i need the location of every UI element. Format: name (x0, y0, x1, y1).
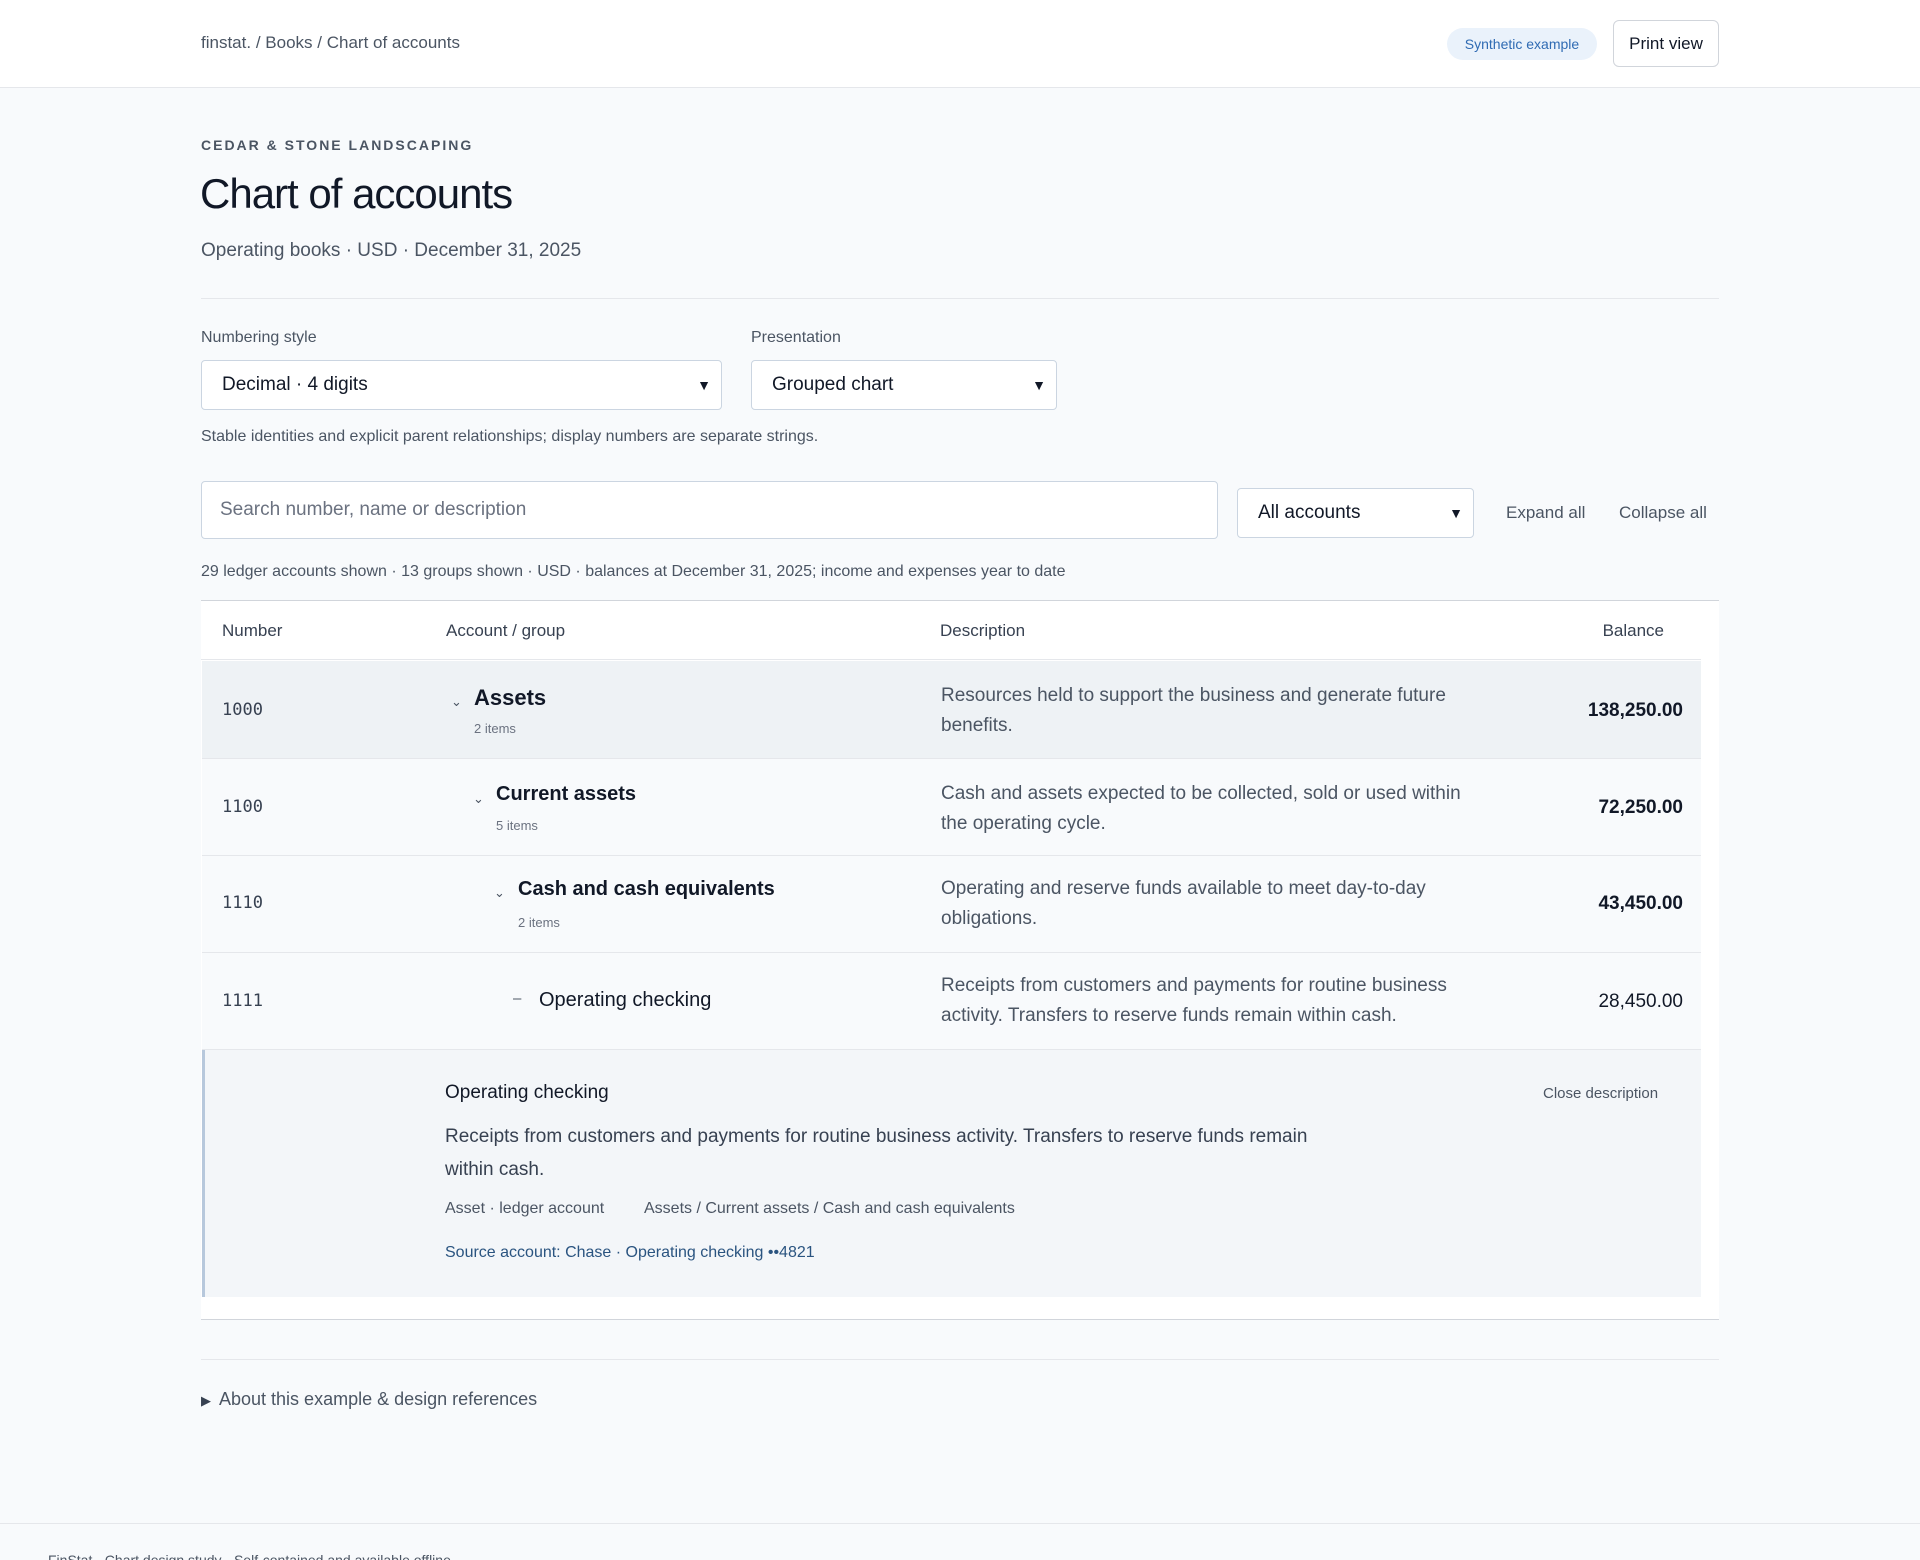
account-number: 1110 (222, 893, 263, 913)
breadcrumb-current: Chart of accounts (326, 33, 460, 52)
column-header-number[interactable]: Number (222, 621, 282, 641)
table-header: Number Account / group Description Balan… (201, 601, 1701, 660)
footer-divider (201, 1359, 1719, 1360)
results-summary: 29 ledger accounts shown · 13 groups sho… (201, 563, 1066, 580)
table-row[interactable]: 1111 – Operating checking Receipts from … (202, 953, 1701, 1050)
table-row[interactable]: 1000 ⌄ Assets 2 items Resources held to … (202, 661, 1701, 759)
account-name[interactable]: Operating checking (539, 989, 711, 1012)
account-description: Resources held to support the business a… (941, 685, 1446, 736)
chevron-down-icon[interactable]: ⌄ (451, 694, 462, 710)
account-number: 1000 (222, 700, 263, 720)
numbering-hint: Stable identities and explicit parent re… (201, 428, 819, 445)
presentation-select[interactable]: Grouped chart ▼ (751, 360, 1057, 410)
expand-all-button[interactable]: Expand all (1506, 503, 1585, 523)
item-count: 2 items (474, 721, 516, 736)
collapse-all-button[interactable]: Collapse all (1619, 503, 1707, 523)
presentation-value: Grouped chart (772, 374, 894, 395)
accounts-table: Number Account / group Description Balan… (201, 600, 1719, 1320)
item-count: 5 items (496, 818, 538, 833)
account-name: Assets (474, 685, 547, 710)
detail-account-type: Asset · ledger account (445, 1200, 605, 1217)
company-name: CEDAR & STONE LANDSCAPING (201, 137, 474, 153)
section-divider (201, 298, 1719, 299)
account-description: Operating and reserve funds available to… (941, 878, 1426, 929)
detail-description: Receipts from customers and payments for… (445, 1126, 1308, 1180)
chevron-down-icon: ▼ (697, 377, 711, 393)
leaf-dash-icon: – (513, 990, 522, 1007)
account-balance: 43,450.00 (1598, 893, 1683, 914)
breadcrumb-books[interactable]: Books (265, 33, 312, 52)
account-description: Receipts from customers and payments for… (941, 975, 1447, 1026)
page-footer: FinStat · Chart design study · Self-cont… (0, 1523, 1920, 1560)
detail-title: Operating checking (445, 1082, 609, 1103)
account-number: 1111 (222, 991, 263, 1011)
table-row[interactable]: 1100 ⌄ Current assets 5 items Cash and a… (202, 759, 1701, 856)
breadcrumb-home[interactable]: finstat. (201, 33, 251, 52)
numbering-style-label: Numbering style (201, 329, 317, 346)
table-row[interactable]: 1110 ⌄ Cash and cash equivalents 2 items… (202, 856, 1701, 953)
chevron-down-icon: ▼ (1449, 505, 1463, 521)
account-balance: 28,450.00 (1598, 991, 1683, 1012)
account-number: 1100 (222, 797, 263, 817)
page-subtitle: Operating books · USD · December 31, 202… (201, 240, 582, 261)
account-filter-select[interactable]: All accounts ▼ (1237, 488, 1474, 538)
detail-source-account[interactable]: Source account: Chase · Operating checki… (445, 1244, 815, 1262)
page-title: Chart of accounts (200, 170, 513, 217)
numbering-style-select[interactable]: Decimal · 4 digits ▼ (201, 360, 722, 410)
print-view-button[interactable]: Print view (1613, 20, 1719, 67)
account-filter-value: All accounts (1258, 502, 1361, 523)
close-description-button[interactable]: Close description (1543, 1085, 1658, 1102)
about-label: About this example & design references (219, 1389, 538, 1409)
footer-text: FinStat · Chart design study · Self-cont… (48, 1552, 451, 1560)
chevron-down-icon: ▼ (1032, 377, 1046, 393)
about-disclosure[interactable]: ▶ About this example & design references (201, 1389, 537, 1410)
account-description: Cash and assets expected to be collected… (941, 783, 1461, 834)
chevron-down-icon[interactable]: ⌄ (473, 791, 484, 807)
account-detail-panel: Operating checking Close description Rec… (202, 1050, 1701, 1297)
item-count: 2 items (518, 915, 560, 930)
synthetic-example-badge: Synthetic example (1447, 28, 1597, 60)
account-balance: 72,250.00 (1598, 797, 1683, 818)
numbering-style-value: Decimal · 4 digits (222, 374, 368, 395)
detail-account-path: Assets / Current assets / Cash and cash … (644, 1200, 1015, 1217)
account-balance: 138,250.00 (1587, 700, 1683, 721)
column-header-balance[interactable]: Balance (1603, 621, 1664, 641)
top-bar: finstat. / Books / Chart of accounts Syn… (0, 0, 1920, 88)
chevron-down-icon[interactable]: ⌄ (494, 885, 505, 901)
column-header-description[interactable]: Description (940, 621, 1025, 641)
breadcrumb: finstat. / Books / Chart of accounts (201, 33, 460, 52)
disclosure-triangle-icon: ▶ (201, 1393, 211, 1408)
account-name: Current assets (496, 783, 637, 805)
search-input[interactable] (201, 481, 1218, 539)
column-header-account[interactable]: Account / group (446, 621, 565, 641)
presentation-label: Presentation (751, 329, 841, 346)
account-name: Cash and cash equivalents (518, 878, 775, 900)
